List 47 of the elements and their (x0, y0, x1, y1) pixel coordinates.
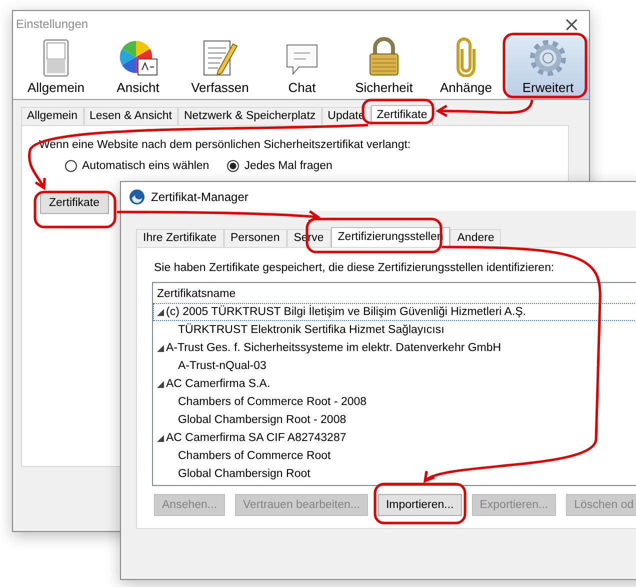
radio-label: Jedes Mal fragen (244, 160, 332, 172)
toolbar-tab[interactable]: Allgemein (15, 37, 97, 99)
radio-button[interactable] (65, 160, 77, 172)
toolbar-tab[interactable]: Chat (261, 37, 343, 99)
window-title: Einstellungen (16, 17, 88, 31)
tree-item-label: AC Camerfirma SA CIF A82743287 (166, 432, 346, 444)
close-button[interactable]: × (554, 14, 589, 34)
tree-row[interactable]: Global Chambersign Root - 2008 (153, 411, 636, 429)
expander-icon[interactable] (157, 434, 164, 442)
action-button[interactable]: Importieren... (378, 494, 462, 516)
tab[interactable]: Personen (224, 229, 287, 247)
tree-item-label: AC Camerfirma S.A. (166, 378, 270, 390)
tree-item-label: A-Trust Ges. f. Sicherheitssysteme im elektr. Datenverkehr GmbH (166, 342, 502, 354)
tab[interactable]: Allgemein (21, 107, 84, 125)
radio-button[interactable] (227, 160, 240, 172)
toolbar-tab[interactable]: Ansicht (97, 37, 179, 99)
column-header[interactable]: Zertifikatsname (153, 283, 636, 303)
tree-row[interactable]: (c) 2005 TÜRKTRUST Bilgi İletişim ve Bilişim Güvenliği Hizmetleri A.Ş. (153, 303, 636, 321)
paperclip-icon (455, 37, 477, 77)
intro-text: Sie haben Zertifikate gespeichert, die diese Zertifizierungsstellen identifizieren: (154, 262, 556, 274)
tab[interactable]: Andere (450, 229, 502, 247)
toolbar-tab[interactable]: Verfassen (179, 37, 261, 99)
certificates-button[interactable]: Zertifikate (40, 192, 108, 214)
speech-bubble-icon (285, 43, 319, 77)
tree-row[interactable]: TÜRKTRUST Elektronik Sertifika Hizmet Sağlayıcısı (153, 321, 636, 339)
tree-row[interactable]: Global Chambersign Root (153, 465, 636, 483)
tree-item-label: (c) 2005 TÜRKTRUST Bilgi İletişim ve Bilişim Güvenliği Hizmetleri A.Ş. (166, 306, 526, 318)
toolbar-tab[interactable]: Erweitert (507, 37, 589, 99)
tab[interactable]: Netzwerk & Speicherplatz (178, 107, 322, 125)
tree-row[interactable]: Chambers of Commerce Root (153, 447, 636, 465)
toolbar-tab[interactable]: Anhänge (425, 37, 507, 99)
tree-row[interactable]: A-Trust Ges. f. Sicherheitssysteme im elektr. Datenverkehr GmbH (153, 339, 636, 357)
tree-row[interactable]: Chambers of Commerce Root - 2008 (153, 393, 636, 411)
tree-row[interactable]: A-Trust-nQual-03 (153, 357, 636, 375)
expander-icon[interactable] (157, 380, 164, 388)
expander-icon[interactable] (157, 308, 164, 316)
tree-row[interactable]: AC Camerfirma S.A. (153, 375, 636, 393)
app-icon (129, 188, 145, 204)
expander-icon[interactable] (157, 344, 164, 352)
tab[interactable]: Ihre Zertifikate (136, 229, 224, 247)
gear-icon (529, 39, 567, 77)
window-title: Zertifikat-Manager (151, 190, 248, 204)
toolbar-tab[interactable]: Sicherheit (343, 37, 425, 99)
tab[interactable]: Lesen & Ansicht (84, 107, 178, 125)
padlock-icon (367, 37, 401, 77)
tree-row[interactable]: AC Camerfirma SA CIF A82743287 (153, 429, 636, 447)
radio-option[interactable]: Jedes Mal fragen (227, 160, 332, 172)
